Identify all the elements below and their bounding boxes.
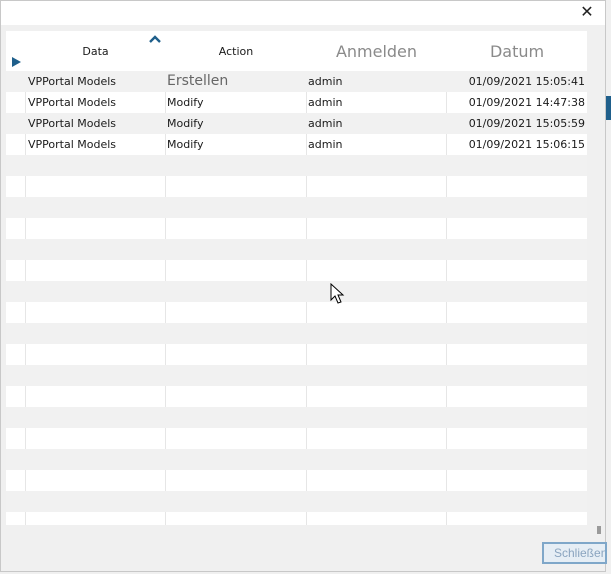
cell-date: 01/09/2021 15:05:59 <box>468 117 585 130</box>
sort-ascending-icon[interactable] <box>149 34 161 44</box>
empty-table-row <box>6 155 587 176</box>
empty-table-row <box>6 239 587 260</box>
empty-table-row <box>6 449 587 470</box>
close-button[interactable]: Schließen <box>542 542 607 564</box>
cell-action: Modify <box>167 138 204 151</box>
cell-login: admin <box>308 75 343 88</box>
column-header-action-label: Action <box>218 44 254 58</box>
empty-table-row <box>6 365 587 386</box>
cell-login: admin <box>308 96 343 109</box>
cell-action: Modify <box>167 117 204 130</box>
table-row[interactable]: VPPortal Models Modify admin 01/09/2021 … <box>6 92 587 113</box>
cell-login: admin <box>308 138 343 151</box>
empty-table-row <box>6 302 587 323</box>
title-bar: ✕ <box>1 1 605 25</box>
current-row-indicator-icon <box>12 57 21 67</box>
cell-date: 01/09/2021 14:47:38 <box>468 96 585 109</box>
empty-table-row <box>6 260 587 281</box>
column-header-action[interactable]: Action <box>166 31 306 71</box>
empty-table-row <box>6 512 587 525</box>
column-header-anmelden[interactable]: Anmelden <box>307 31 446 71</box>
grid-header: Data Action Anmelden Datum <box>6 31 587 71</box>
table-row[interactable]: VPPortal Models Modify admin 01/09/2021 … <box>6 113 587 134</box>
cell-data: VPPortal Models <box>28 96 117 109</box>
cell-data: VPPortal Models <box>28 138 117 151</box>
column-header-datum-label: Datum <box>489 41 545 61</box>
empty-table-row <box>6 176 587 197</box>
empty-table-row <box>6 218 587 239</box>
column-header-data[interactable]: Data <box>26 31 165 71</box>
background-window-edge <box>606 96 611 120</box>
empty-table-row <box>6 197 587 218</box>
close-icon[interactable]: ✕ <box>577 2 597 22</box>
empty-table-row <box>6 491 587 512</box>
table-row[interactable]: VPPortal Models Modify admin 01/09/2021 … <box>6 134 587 155</box>
empty-table-row <box>6 386 587 407</box>
empty-table-row <box>6 344 587 365</box>
resize-grip[interactable] <box>597 526 601 534</box>
empty-table-row <box>6 407 587 428</box>
empty-table-row <box>6 428 587 449</box>
cell-data: VPPortal Models <box>28 75 117 88</box>
table-row[interactable]: VPPortal Models Erstellen admin 01/09/20… <box>6 71 587 92</box>
column-header-datum[interactable]: Datum <box>447 31 587 71</box>
empty-table-row <box>6 470 587 491</box>
cell-data: VPPortal Models <box>28 117 117 130</box>
empty-table-row <box>6 323 587 344</box>
cell-login: admin <box>308 117 343 130</box>
cell-date: 01/09/2021 15:05:41 <box>468 75 585 88</box>
history-grid: Data Action Anmelden Datum VPPortal Mode… <box>6 31 587 525</box>
column-header-data-label: Data <box>82 44 109 58</box>
grid-body: VPPortal Models Erstellen admin 01/09/20… <box>6 71 587 525</box>
history-dialog: ✕ Data Action Anmelden Datum VPPortal Mo… <box>0 0 607 572</box>
cell-date: 01/09/2021 15:06:15 <box>468 138 585 151</box>
cell-action-editing[interactable]: Erstellen <box>167 71 305 92</box>
empty-table-row <box>6 281 587 302</box>
column-header-anmelden-label: Anmelden <box>335 41 418 61</box>
mouse-pointer-icon <box>330 283 345 304</box>
cell-action: Modify <box>167 96 204 109</box>
